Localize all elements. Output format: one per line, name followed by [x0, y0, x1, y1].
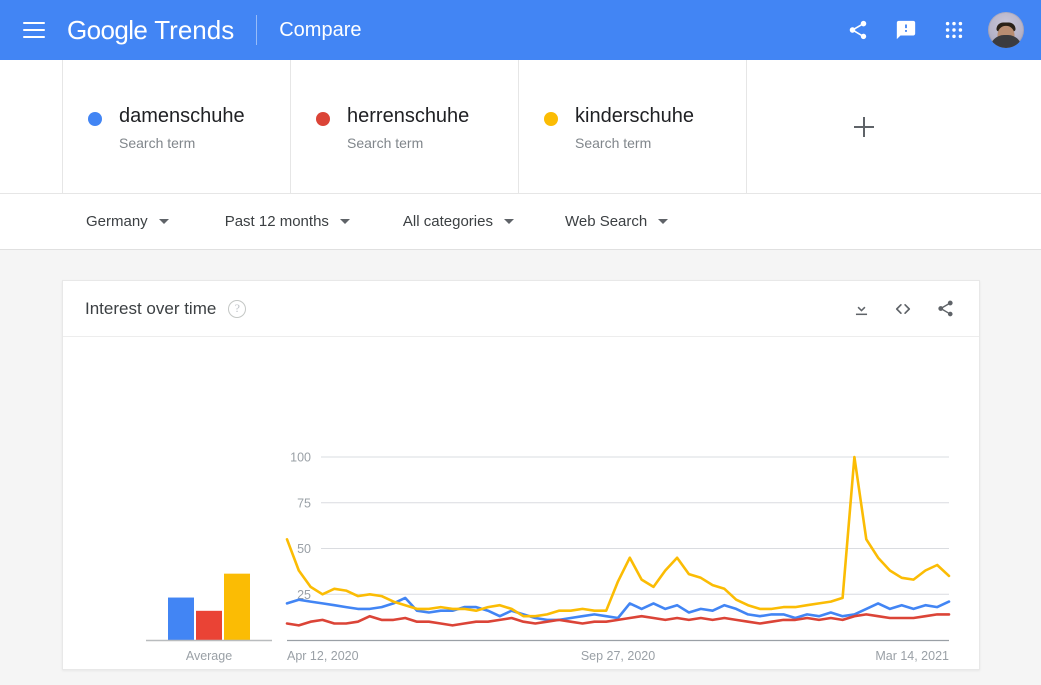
compare-term-card-2[interactable]: herrenschuhe Search term: [291, 60, 519, 193]
compare-term-text-3: kinderschuhe Search term: [575, 104, 694, 152]
search-type-filter[interactable]: Web Search: [564, 194, 669, 250]
feedback-icon[interactable]: [882, 6, 930, 54]
y-axis-tick-100: 100: [290, 451, 311, 465]
share-icon-glyph: [937, 300, 953, 317]
series-color-dot-kinderschuhe: [544, 112, 558, 126]
card-title: Interest over time: [85, 298, 217, 318]
share-icon[interactable]: [931, 295, 959, 323]
compare-term-card-3[interactable]: kinderschuhe Search term: [519, 60, 747, 193]
hamburger-menu-icon[interactable]: [23, 22, 45, 38]
add-comparison-button[interactable]: [747, 60, 980, 193]
average-bar-damenschuhe: [168, 597, 194, 640]
share-icon[interactable]: [834, 6, 882, 54]
chevron-down-icon: [158, 219, 169, 224]
interest-over-time-chart[interactable]: Average255075100Apr 12, 2020 Sep 27, 2020…: [63, 337, 979, 669]
x-axis-tick-1: Sep 27, 2020: [581, 649, 655, 663]
compare-strip: damenschuhe Search term herrenschuhe Sea…: [0, 60, 1041, 193]
chevron-down-icon: [503, 219, 514, 224]
download-icon-glyph: [855, 301, 867, 316]
interest-over-time-card: Interest over time ? Average 25 50 75 10…: [62, 280, 980, 670]
y-axis-tick-75: 75: [297, 496, 311, 510]
compare-term-name-2: herrenschuhe: [347, 105, 470, 127]
card-header: Interest over time ?: [63, 281, 979, 337]
feedback-icon-glyph: [896, 20, 916, 40]
embed-code-icon[interactable]: [889, 295, 917, 323]
appbar-divider: [256, 15, 258, 45]
appbar-actions: [834, 6, 1041, 54]
share-icon-glyph: [849, 20, 867, 40]
help-circle-icon[interactable]: ?: [228, 299, 247, 318]
page-title: Compare: [279, 18, 362, 41]
x-axis-tick-0: Apr 12, 2020: [287, 649, 359, 663]
apps-grid-icon[interactable]: [930, 6, 978, 54]
y-axis-tick-50: 50: [297, 542, 311, 556]
search-type-filter-label: Web Search: [564, 213, 648, 230]
compare-term-name-1: damenschuhe: [119, 105, 245, 127]
chevron-down-icon: [339, 219, 350, 224]
chevron-down-icon: [658, 219, 669, 224]
location-filter-label: Germany: [86, 213, 148, 230]
category-filter[interactable]: All categories: [403, 194, 514, 250]
apps-grid-icon-glyph: [945, 21, 963, 39]
average-label: Average: [186, 649, 232, 663]
compare-term-type-3: Search term: [575, 135, 652, 151]
location-filter[interactable]: Germany: [86, 194, 169, 250]
filter-bar: Germany Past 12 months All categories We…: [0, 193, 1041, 250]
time-range-filter-label: Past 12 months: [224, 213, 329, 230]
embed-code-icon-glyph: [895, 303, 911, 314]
series-color-dot-damenschuhe: [88, 112, 102, 126]
x-axis-tick-2: Mar 14, 2021: [875, 649, 949, 663]
compare-term-name-3: kinderschuhe: [575, 105, 694, 127]
download-icon[interactable]: [847, 295, 875, 323]
average-bar-herrenschuhe: [196, 610, 222, 640]
time-range-filter[interactable]: Past 12 months: [225, 194, 350, 250]
avatar[interactable]: [988, 12, 1024, 48]
category-filter-label: All categories: [402, 213, 493, 230]
brand-google-text: Google: [67, 14, 148, 45]
series-color-dot-herrenschuhe: [316, 112, 330, 126]
chart-area: Average 25 50 75 100 Apr 12, 2020 Sep 27, 2020…: [63, 337, 979, 669]
compare-term-text-1: damenschuhe Search term: [119, 104, 245, 152]
avatar-body: [990, 35, 1022, 48]
compare-term-type-2: Search term: [347, 135, 424, 151]
app-bar: Google Trends Compare: [0, 0, 1041, 60]
card-actions: [847, 295, 959, 323]
compare-term-text-2: herrenschuhe Search term: [347, 104, 469, 152]
plus-icon: [853, 116, 874, 137]
compare-term-card-1[interactable]: damenschuhe Search term: [63, 60, 291, 193]
compare-term-type-1: Search term: [119, 135, 196, 151]
average-bar-kinderschuhe: [224, 573, 250, 640]
series-line-kinderschuhe: [285, 455, 951, 618]
compare-card-row: damenschuhe Search term herrenschuhe Sea…: [62, 60, 980, 193]
brand-product-text: Trends: [154, 14, 235, 45]
brand-logo[interactable]: Google Trends: [67, 15, 234, 46]
